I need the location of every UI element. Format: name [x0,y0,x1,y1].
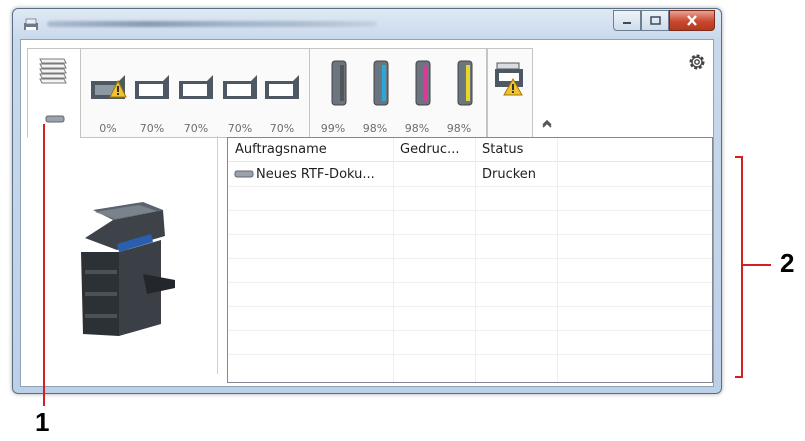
paper-trays-group[interactable]: 0% 70% 70% 70% 70% [80,48,310,138]
tray-3-icon [179,75,213,99]
toner-magenta-icon [415,60,431,106]
paper-stack-icon [39,58,67,84]
callout-2-bracket [735,156,743,378]
printer-device-image [81,202,175,336]
device-alert-icon [495,62,523,96]
toner-cartridge-icons [331,60,473,106]
row-gridline [228,330,712,331]
paper-tray-icons [91,75,299,99]
toner-yellow-icon [457,60,473,106]
callout-2-line [741,264,771,266]
tray-4-level: 70% [227,122,253,135]
row-gridline [228,306,712,307]
column-header-status[interactable]: Status [475,138,557,162]
tray-4-icon [223,75,257,99]
status-monitor-window: 0% 70% 70% 70% 70% 99% 98% 98% 98% Auftr… [12,8,722,394]
close-button[interactable] [669,10,715,31]
toner-cyan-icon [373,60,389,106]
callout-1-line [43,124,45,406]
toner-magenta-level: 98% [404,122,430,135]
tray-5-icon [265,75,299,99]
row-gridline [228,282,712,283]
toner-levels-group[interactable]: 99% 98% 98% 98% [309,48,487,138]
row-gridline [228,354,712,355]
row-gridline [228,186,712,187]
callout-2-label: 2 [780,248,795,278]
title-bar[interactable] [13,9,721,39]
job-list-table[interactable]: Auftragsname Gedruc... Status Neues RTF-… [227,137,713,383]
tray-2-icon [135,75,169,99]
row-gridline [228,258,712,259]
settings-gear-icon[interactable] [687,52,707,72]
table-row[interactable]: Neues RTF-Doku... Drucken [228,163,712,186]
device-status-group[interactable] [487,48,533,138]
column-header-job-name[interactable]: Auftragsname [228,138,393,162]
printer-app-icon [24,18,38,30]
close-icon [687,15,697,26]
toner-yellow-level: 98% [446,122,472,135]
job-indicator-icon [45,115,65,123]
tray-1-level: 0% [99,122,117,135]
window-title-obscured [47,21,377,27]
tab-print-job-status[interactable] [27,48,81,138]
job-name-cell: Neues RTF-Doku... [256,167,375,182]
callout-1-label: 1 [35,407,50,437]
toner-black-icon [331,60,347,106]
client-area: 0% 70% 70% 70% 70% 99% 98% 98% 98% Auftr… [20,39,714,387]
column-header-printed[interactable]: Gedruc... [393,138,475,162]
row-gridline [228,234,712,235]
minimize-button[interactable] [613,10,641,31]
tray-3-level: 70% [183,122,209,135]
job-document-icon [234,170,254,178]
tray-5-level: 70% [269,122,295,135]
toner-cyan-level: 98% [362,122,388,135]
tray-2-level: 70% [139,122,165,135]
toner-black-level: 99% [320,122,346,135]
job-status-cell: Drucken [482,167,537,182]
collapse-chevron-icon[interactable] [541,118,553,128]
row-gridline [228,210,712,211]
pane-splitter[interactable] [217,136,218,374]
maximize-button[interactable] [641,10,669,31]
minimize-icon [623,21,631,24]
maximize-icon [649,16,661,25]
